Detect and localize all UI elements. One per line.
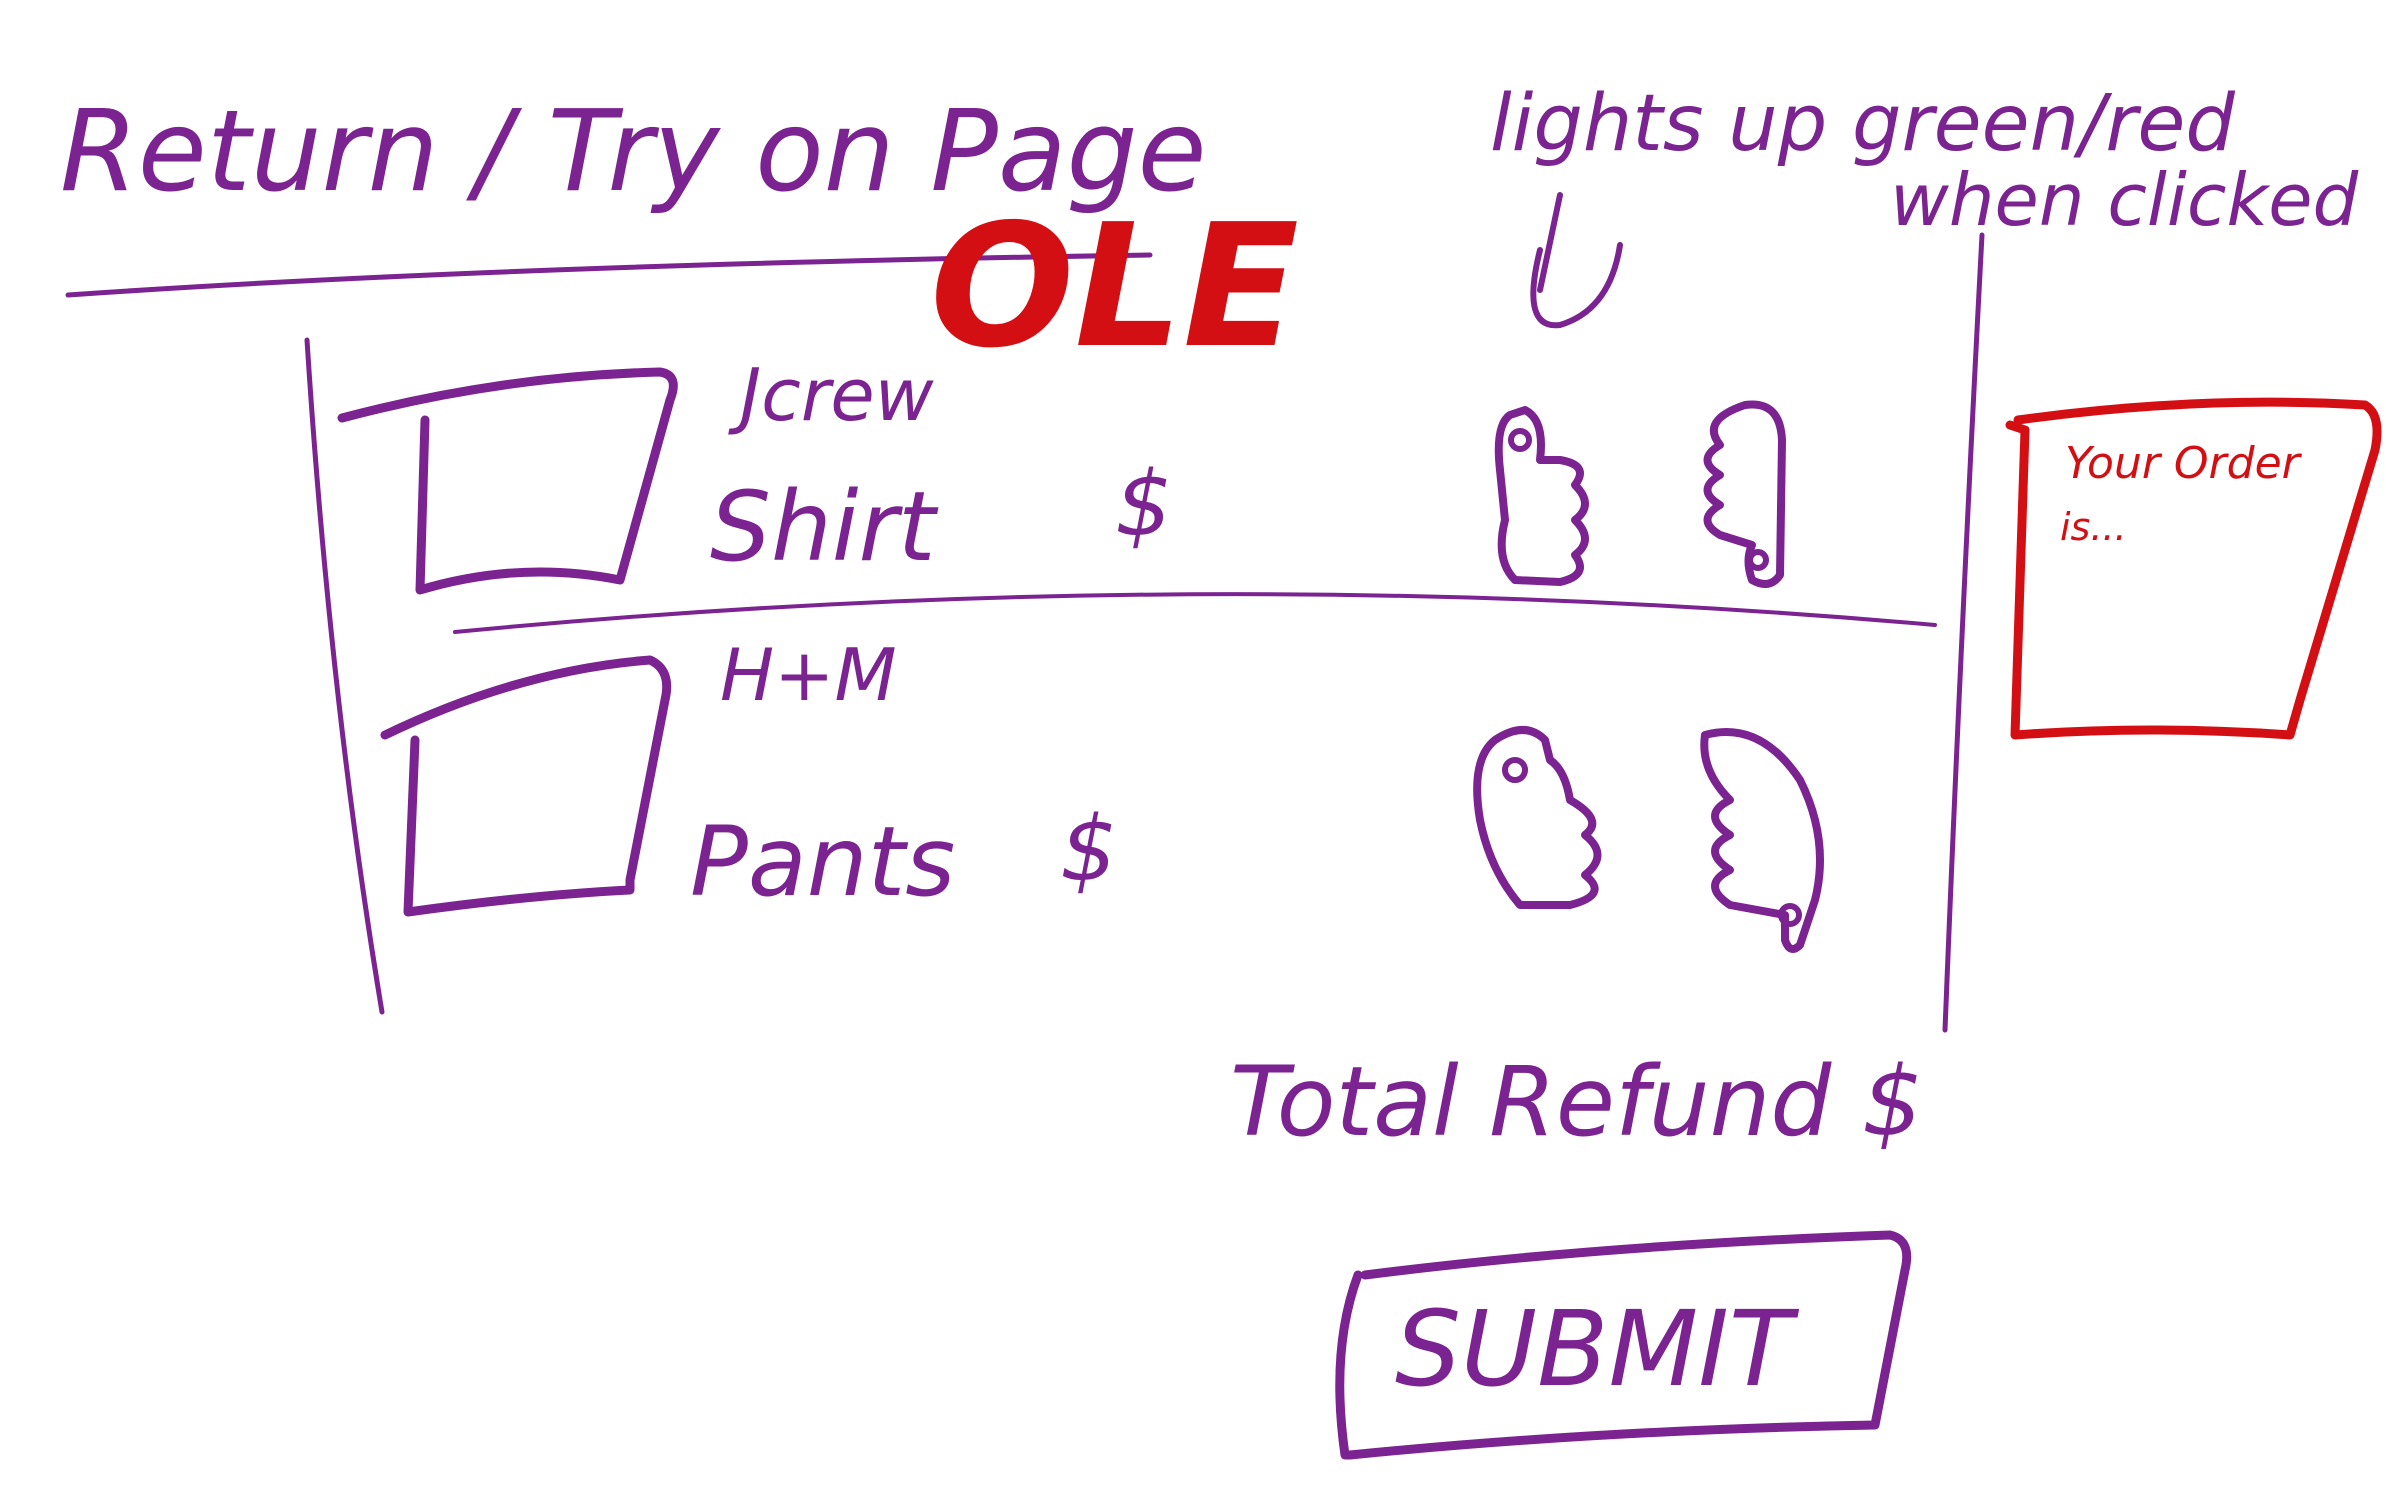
order-summary-text-2: is... bbox=[2060, 505, 2127, 549]
item-image-placeholder[interactable] bbox=[337, 367, 678, 595]
thumbs-up-icon[interactable] bbox=[1473, 726, 1602, 909]
wireframe-sketch: Return / Try on Page OLE lights up green… bbox=[60, 79, 2382, 1460]
order-summary-panel: Your Order is... bbox=[2005, 397, 2382, 740]
wireframe-page: Return / Try on Page OLE lights up green… bbox=[0, 0, 2386, 1491]
items-left-border bbox=[304, 337, 385, 1015]
list-item: Jcrew Shirt $ bbox=[337, 353, 1786, 595]
brand-logo: OLE bbox=[930, 188, 1299, 386]
item-price: $ bbox=[1060, 797, 1117, 902]
total-refund-label: Total Refund $ bbox=[1230, 1046, 1923, 1158]
item-brand: Jcrew bbox=[728, 353, 934, 437]
list-item: H+M Pants $ bbox=[380, 633, 1824, 953]
item-image-placeholder[interactable] bbox=[380, 655, 672, 917]
item-name: Pants bbox=[690, 806, 955, 918]
submit-button[interactable]: SUBMIT bbox=[1335, 1230, 1912, 1460]
order-summary-text-1: Your Order bbox=[2065, 438, 2303, 489]
right-divider bbox=[1942, 232, 1985, 1033]
item-row-divider bbox=[453, 592, 1937, 634]
annotation-arrow bbox=[1530, 192, 1623, 329]
item-brand: H+M bbox=[720, 633, 897, 717]
item-price: $ bbox=[1115, 452, 1172, 557]
thumbs-down-icon[interactable] bbox=[1700, 728, 1824, 953]
item-name: Shirt bbox=[710, 471, 939, 583]
thumbs-up-icon[interactable] bbox=[1494, 406, 1589, 586]
note-line-1: lights up green/red bbox=[1490, 79, 2235, 169]
submit-button-label[interactable]: SUBMIT bbox=[1395, 1288, 1800, 1410]
thumbs-down-icon[interactable] bbox=[1703, 400, 1786, 588]
note-line-2: when clicked bbox=[1890, 158, 2360, 242]
